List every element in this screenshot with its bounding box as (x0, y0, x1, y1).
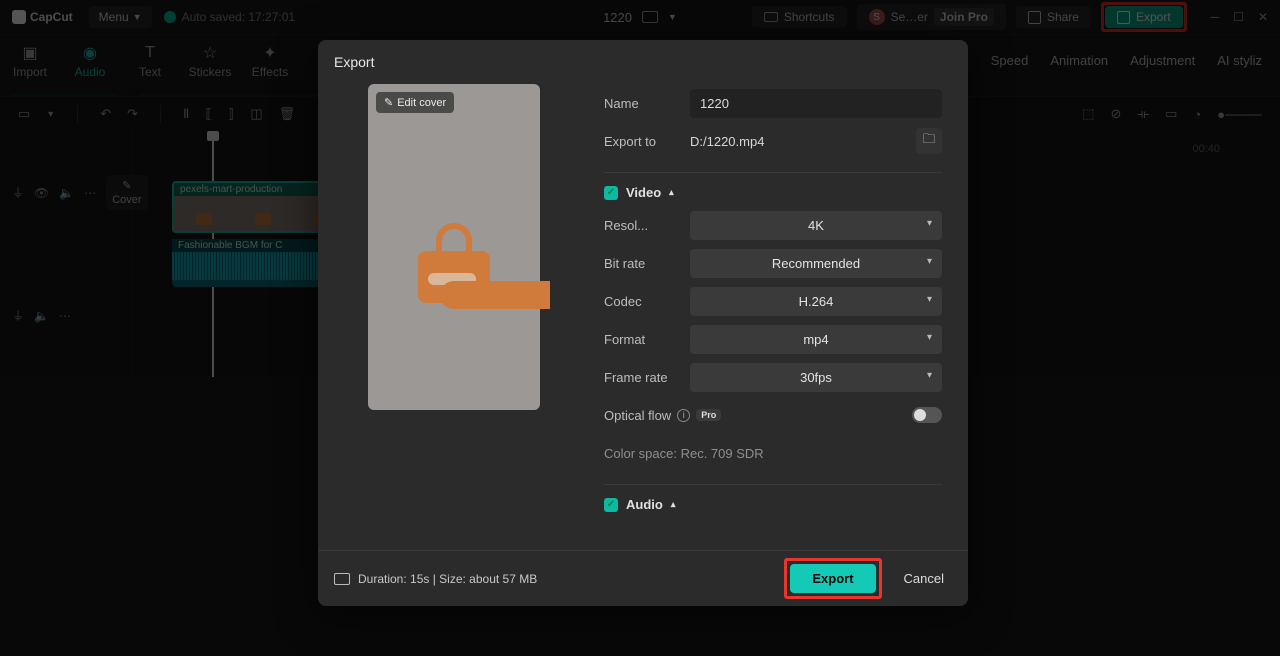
cover-preview: ✎ Edit cover (368, 84, 540, 410)
audio-group-header[interactable]: ✓ Audio ▴ (604, 497, 942, 512)
resolution-label: Resol... (604, 218, 690, 233)
export-settings: Name 1220 Export to D:/1220.mp4 🗀 ✓ Vide… (604, 84, 952, 550)
dialog-footer: Duration: 15s | Size: about 57 MB Export… (318, 550, 968, 606)
codec-label: Codec (604, 294, 690, 309)
bitrate-label: Bit rate (604, 256, 690, 271)
checkbox-audio[interactable]: ✓ (604, 498, 618, 512)
name-input[interactable]: 1220 (690, 89, 942, 118)
name-label: Name (604, 96, 690, 111)
folder-icon[interactable]: 🗀 (916, 128, 942, 154)
pro-badge: Pro (696, 409, 721, 421)
checkbox-video[interactable]: ✓ (604, 186, 618, 200)
info-icon[interactable]: i (677, 409, 690, 422)
export-dialog: Export ✎ Edit cover (318, 40, 968, 606)
preview-image (418, 251, 490, 303)
edit-cover-button[interactable]: ✎ Edit cover (376, 92, 454, 113)
chevron-up-icon: ▴ (669, 187, 674, 198)
exportto-label: Export to (604, 134, 690, 149)
format-label: Format (604, 332, 690, 347)
export-preview: ✎ Edit cover (334, 84, 574, 550)
film-icon (334, 573, 350, 585)
chevron-up-icon: ▴ (671, 499, 676, 510)
optical-flow-toggle[interactable] (912, 407, 942, 423)
cancel-button[interactable]: Cancel (896, 564, 952, 593)
video-group-header[interactable]: ✓ Video ▴ (604, 185, 942, 200)
format-select[interactable]: mp4 (690, 325, 942, 354)
export-path: D:/1220.mp4 (690, 134, 908, 149)
dialog-title: Export (318, 40, 968, 84)
colorspace-text: Color space: Rec. 709 SDR (604, 446, 764, 461)
export-highlight: Export (784, 558, 881, 599)
framerate-select[interactable]: 30fps (690, 363, 942, 392)
bitrate-select[interactable]: Recommended (690, 249, 942, 278)
framerate-label: Frame rate (604, 370, 690, 385)
optical-flow-label: Optical flow (604, 408, 671, 423)
edit-cover-label: Edit cover (397, 97, 446, 109)
export-duration: Duration: 15s | Size: about 57 MB (334, 572, 537, 586)
codec-select[interactable]: H.264 (690, 287, 942, 316)
pencil-icon: ✎ (384, 96, 393, 109)
export-confirm-button[interactable]: Export (790, 564, 875, 593)
resolution-select[interactable]: 4K (690, 211, 942, 240)
